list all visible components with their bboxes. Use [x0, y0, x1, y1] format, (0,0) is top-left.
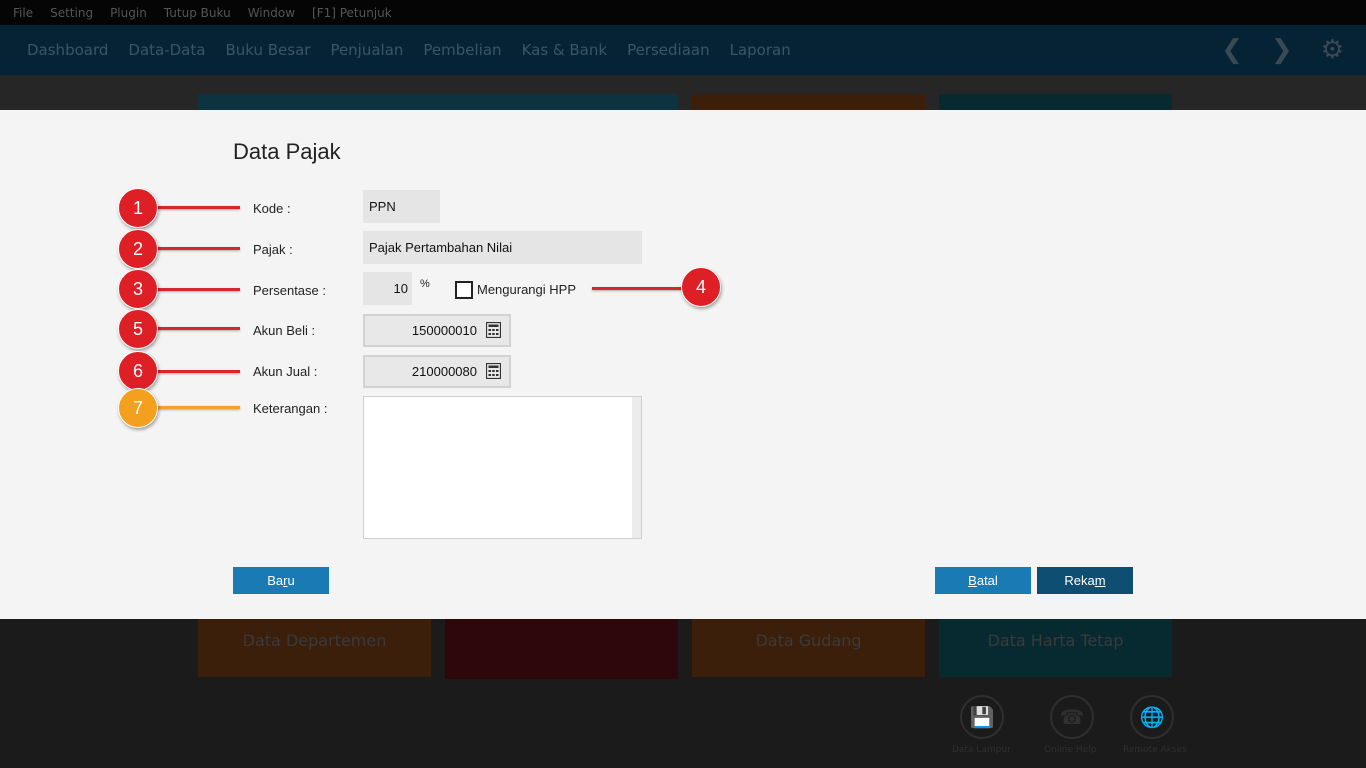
akun-jual-value: 210000080 — [411, 364, 477, 379]
mengurangi-hpp-checkbox[interactable] — [455, 281, 473, 299]
menu-petunjuk[interactable]: [F1] Petunjuk — [312, 6, 392, 20]
bottom-shortcuts: 💾 Data Lampur ☎ Online Help 🌐 Remote Aks… — [950, 695, 1190, 765]
batal-label-ul: B — [968, 573, 977, 588]
pajak-label: Pajak : — [253, 242, 293, 257]
rekam-label-pre: Reka — [1064, 573, 1095, 588]
globe-icon[interactable]: 🌐 — [1130, 695, 1174, 739]
keterangan-label: Keterangan : — [253, 401, 328, 416]
tile-departemen[interactable]: Data Departemen — [198, 619, 431, 677]
keterangan-textarea[interactable] — [363, 396, 642, 539]
akun-beli-field[interactable]: 150000010 — [363, 314, 511, 347]
persentase-field[interactable]: 10 — [363, 272, 412, 305]
callout-1: 1 — [118, 188, 158, 228]
callout-line-5 — [152, 327, 240, 330]
callout-4: 4 — [681, 267, 721, 307]
nav-kas-bank[interactable]: Kas & Bank — [522, 41, 608, 59]
callout-line-2 — [152, 247, 240, 250]
calculator-icon[interactable] — [486, 363, 501, 379]
callout-3: 3 — [118, 269, 158, 309]
textarea-scrollbar[interactable] — [632, 397, 641, 538]
kode-label: Kode : — [253, 201, 291, 216]
main-nav: Dashboard Data-Data Buku Besar Penjualan… — [0, 25, 1366, 75]
callout-5: 5 — [118, 309, 158, 349]
tile-top-2 — [692, 94, 925, 110]
callout-line-6 — [152, 370, 240, 373]
akun-beli-label: Akun Beli : — [253, 323, 316, 338]
akun-beli-value: 150000010 — [411, 323, 477, 338]
batal-button[interactable]: Batal — [935, 567, 1031, 594]
menu-tutup-buku[interactable]: Tutup Buku — [164, 6, 231, 20]
tile-top-1 — [198, 94, 678, 110]
nav-persediaan[interactable]: Persediaan — [627, 41, 710, 59]
akun-jual-label: Akun Jual : — [253, 364, 318, 379]
shortcut-label-1: Data Lampur — [952, 745, 1011, 755]
menu-plugin[interactable]: Plugin — [110, 6, 147, 20]
baru-label-pre: Ba — [267, 573, 284, 588]
rekam-label-ul: m — [1094, 573, 1106, 588]
menu-bar: File Setting Plugin Tutup Buku Window [F… — [0, 0, 1366, 25]
percent-sign: % — [420, 278, 430, 290]
chevron-left-icon[interactable]: ❮ — [1221, 35, 1243, 65]
callout-6: 6 — [118, 351, 158, 391]
rekam-button[interactable]: Rekam — [1037, 567, 1133, 594]
menu-window[interactable]: Window — [248, 6, 295, 20]
menu-file[interactable]: File — [13, 6, 33, 20]
nav-penjualan[interactable]: Penjualan — [330, 41, 403, 59]
menu-setting[interactable]: Setting — [50, 6, 93, 20]
callout-line-3 — [152, 288, 240, 291]
pajak-field[interactable]: Pajak Pertambahan Nilai — [363, 231, 642, 264]
kode-field[interactable]: PPN — [363, 190, 440, 223]
callout-line-4 — [592, 287, 688, 290]
tile-top-3 — [939, 94, 1172, 110]
persentase-label: Persentase : — [253, 283, 326, 298]
dialog-title: Data Pajak — [233, 139, 341, 164]
tile-harta-label: Data Harta Tetap — [987, 631, 1124, 650]
callout-7: 7 — [118, 388, 158, 428]
save-icon[interactable]: 💾 — [960, 695, 1004, 739]
gear-icon[interactable]: ⚙ — [1321, 35, 1344, 65]
calculator-icon[interactable] — [486, 322, 501, 338]
phone-icon[interactable]: ☎ — [1050, 695, 1094, 739]
tile-gudang-label: Data Gudang — [755, 631, 862, 650]
mengurangi-hpp-label[interactable]: Mengurangi HPP — [477, 282, 576, 297]
chevron-right-icon[interactable]: ❯ — [1271, 35, 1293, 65]
batal-label-post: atal — [976, 573, 998, 588]
data-pajak-dialog: Data Pajak Kode : Pajak : Persentase : A… — [0, 110, 1366, 619]
tile-departemen-label: Data Departemen — [242, 631, 387, 650]
tile-harta-tetap[interactable]: Data Harta Tetap — [939, 619, 1172, 677]
baru-button[interactable]: Baru — [233, 567, 329, 594]
nav-laporan[interactable]: Laporan — [730, 41, 791, 59]
callout-line-1 — [152, 206, 240, 209]
shortcut-label-3: Remote Akses — [1123, 745, 1187, 755]
nav-pembelian[interactable]: Pembelian — [423, 41, 501, 59]
shortcut-label-2: Online Help — [1044, 745, 1097, 755]
callout-2: 2 — [118, 229, 158, 269]
baru-label-post: u — [287, 573, 295, 588]
nav-data-data[interactable]: Data-Data — [128, 41, 205, 59]
nav-dashboard[interactable]: Dashboard — [27, 41, 108, 59]
callout-line-7 — [152, 406, 240, 409]
tile-gudang[interactable]: Data Gudang — [692, 619, 925, 677]
nav-buku-besar[interactable]: Buku Besar — [225, 41, 310, 59]
akun-jual-field[interactable]: 210000080 — [363, 355, 511, 388]
tile-red[interactable] — [445, 619, 678, 679]
